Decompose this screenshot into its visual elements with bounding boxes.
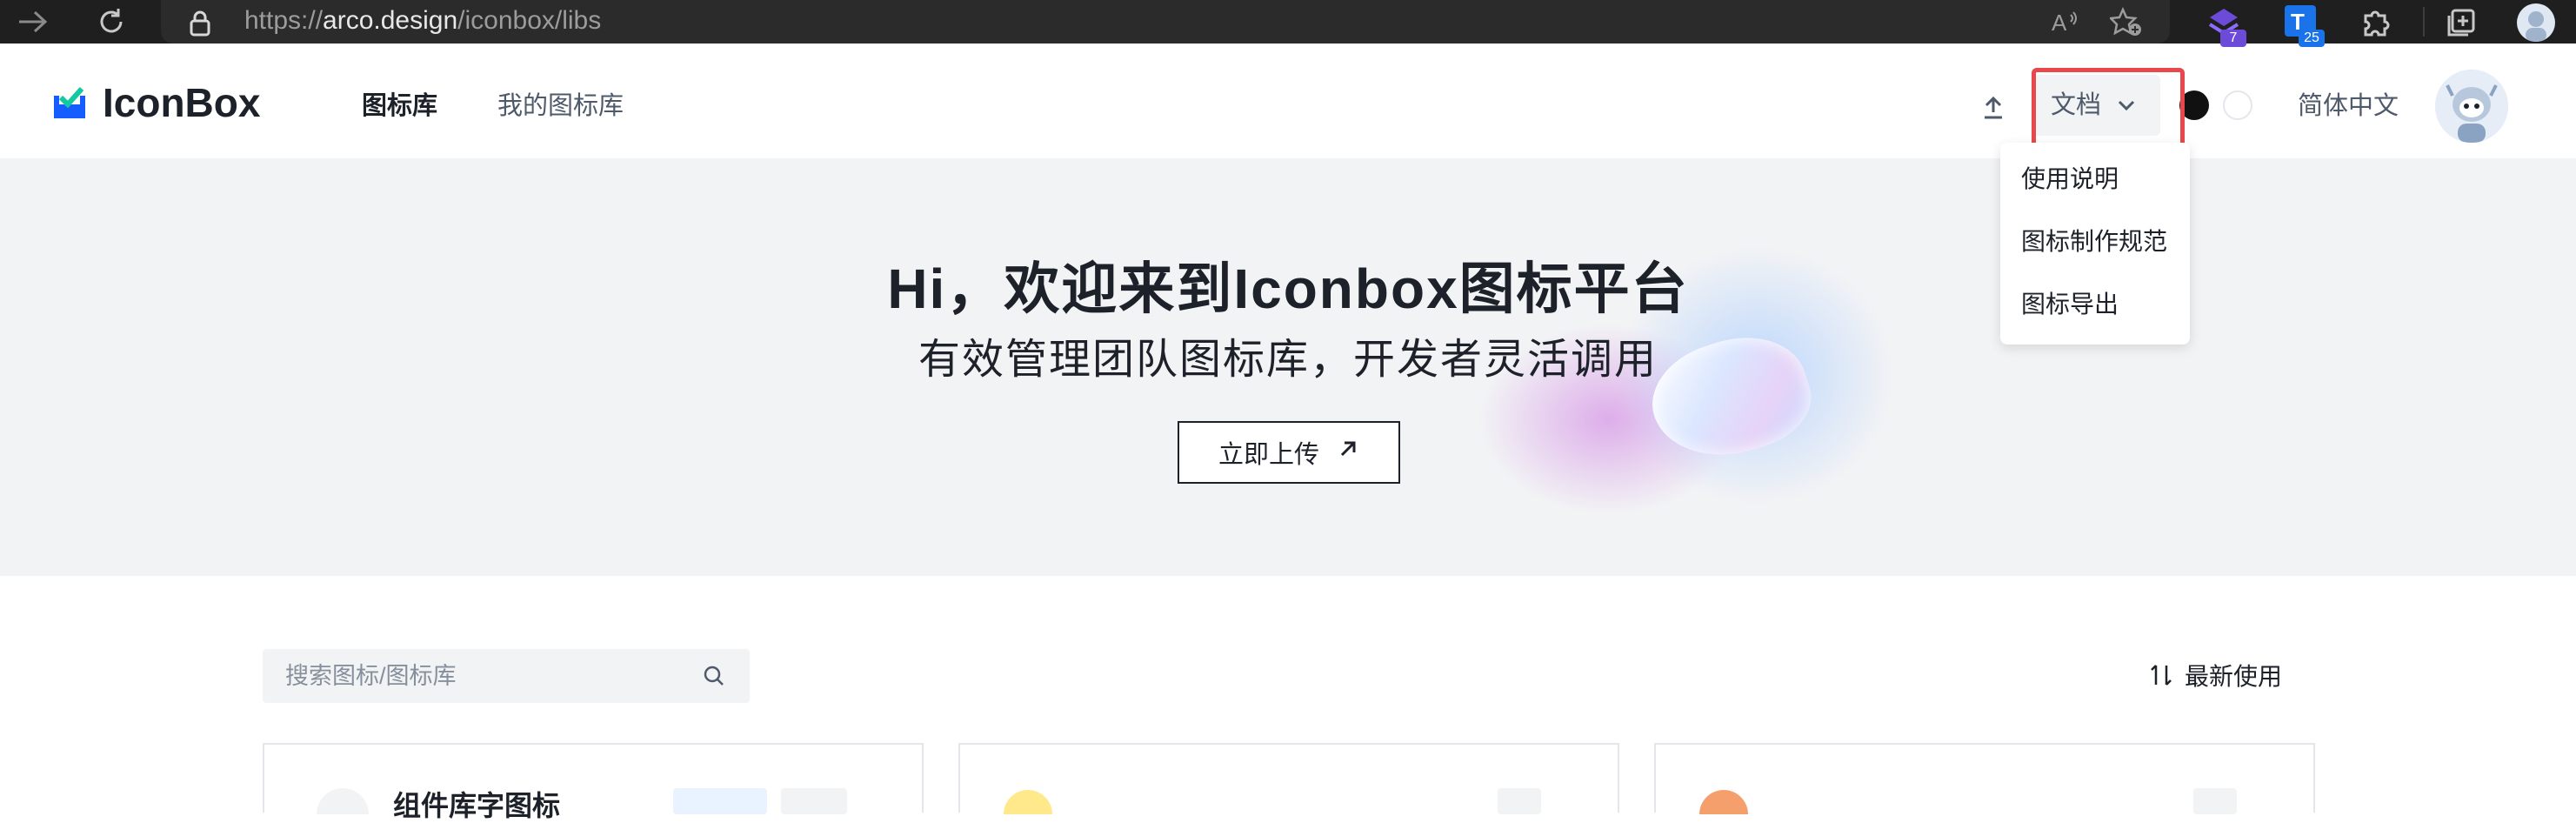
upload-icon[interactable]: [1976, 90, 2011, 125]
extension-badge: 25: [2299, 30, 2325, 47]
library-tag: [781, 788, 847, 814]
library-title: 组件库字图标: [393, 790, 561, 821]
read-aloud-icon[interactable]: A: [2048, 5, 2083, 40]
user-avatar[interactable]: [2435, 70, 2508, 143]
extension-translate-icon[interactable]: T 25: [2283, 3, 2325, 47]
collections-icon[interactable]: [2442, 3, 2480, 42]
library-tag: [1498, 788, 1541, 814]
library-tag: [2193, 788, 2237, 814]
search-box: [263, 649, 750, 703]
icon-library-card[interactable]: [1654, 743, 2315, 814]
hero-subtitle: 有效管理团队图标库，开发者灵活调用: [918, 337, 1658, 383]
nav-my-libraries[interactable]: 我的图标库: [497, 90, 624, 122]
docs-dropdown-menu: 使用说明 图标制作规范 图标导出: [2000, 143, 2190, 345]
extensions-puzzle-icon[interactable]: [2357, 3, 2395, 42]
extension-badge: 7: [2220, 30, 2246, 47]
search-input[interactable]: [285, 659, 668, 693]
icon-library-card[interactable]: 组件库字图标: [263, 743, 924, 821]
address-bar[interactable]: https://arco.design/iconbox/libs A: [161, 0, 2170, 43]
icon-library-card[interactable]: [958, 743, 1619, 814]
library-thumbnail: [317, 788, 369, 814]
browser-toolbar: https://arco.design/iconbox/libs A 7 T 2…: [0, 0, 2576, 47]
arrow-up-right-icon: [1337, 438, 1359, 467]
forward-icon[interactable]: [7, 0, 59, 43]
sort-label: 最新使用: [2185, 663, 2283, 690]
theme-light-toggle[interactable]: [2223, 90, 2252, 120]
svg-text:A: A: [2052, 10, 2067, 36]
url-text[interactable]: https://arco.design/iconbox/libs: [244, 5, 601, 37]
reload-icon[interactable]: [85, 0, 137, 43]
library-thumbnail: [1699, 790, 1748, 814]
library-thumbnail: [1004, 790, 1052, 814]
sort-button[interactable]: 最新使用: [2148, 659, 2282, 694]
search-icon[interactable]: [701, 663, 727, 693]
upload-now-button[interactable]: 立即上传: [1178, 421, 1400, 484]
nav-icon-libraries[interactable]: 图标库: [362, 90, 437, 122]
upload-now-label: 立即上传: [1218, 441, 1319, 469]
toolbar-divider: [2423, 7, 2425, 37]
language-switch[interactable]: 简体中文: [2298, 90, 2399, 122]
sort-icon: [2148, 662, 2174, 693]
extension-purple-icon[interactable]: 7: [2205, 3, 2246, 47]
menu-item-icon-export[interactable]: 图标导出: [2021, 289, 2119, 320]
profile-avatar[interactable]: [2517, 3, 2555, 42]
favorite-add-icon[interactable]: [2109, 5, 2144, 40]
iconbox-logo-icon: [52, 85, 87, 120]
library-tag: [673, 788, 767, 814]
menu-item-icon-spec[interactable]: 图标制作规范: [2021, 226, 2167, 258]
brand-name[interactable]: IconBox: [103, 78, 260, 127]
lock-icon: [189, 10, 211, 41]
menu-item-usage-guide[interactable]: 使用说明: [2021, 164, 2119, 195]
